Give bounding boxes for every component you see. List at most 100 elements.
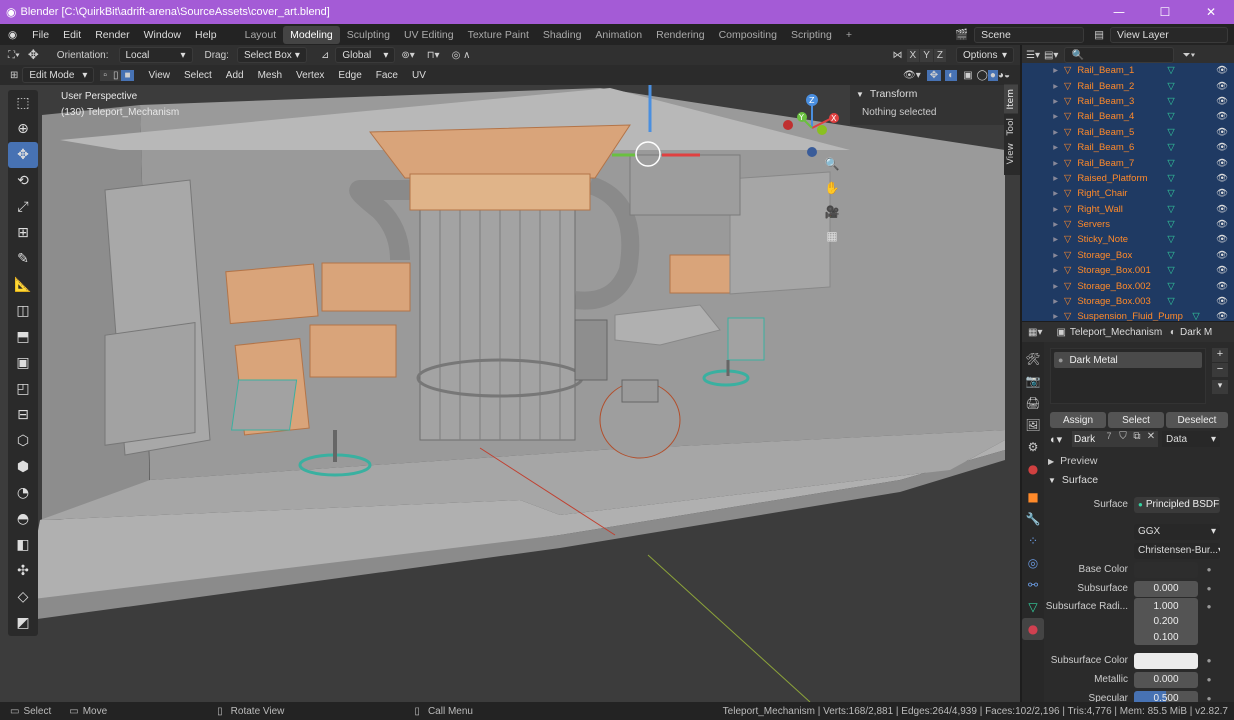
tab-uv-editing[interactable]: UV Editing	[397, 26, 461, 44]
eye-icon[interactable]: 👁	[1216, 296, 1228, 307]
measure-tool-icon[interactable]: 📐	[8, 272, 38, 298]
surface-shader-selector[interactable]: ● Principled BSDF	[1134, 496, 1220, 513]
xray-icon[interactable]: ▣	[963, 70, 972, 81]
camera-icon[interactable]: 🎥	[820, 201, 844, 223]
close-button[interactable]: ✕	[1188, 0, 1234, 24]
output-icon[interactable]: 🖨	[1022, 392, 1044, 414]
distribution-dropdown[interactable]: GGX ▾	[1134, 523, 1220, 540]
ortho-grid-icon[interactable]: ▦	[820, 225, 844, 247]
menu-edit[interactable]: Edit	[56, 29, 88, 41]
fake-user-shield-icon[interactable]: ⛉	[1116, 431, 1130, 447]
snap-icon[interactable]: ⊓▾	[427, 50, 440, 61]
select-box-icon[interactable]: ⬚	[8, 90, 38, 116]
edge-slide-icon[interactable]: ◧	[8, 532, 38, 558]
bevel-tool-icon[interactable]: ◰	[8, 376, 38, 402]
world-icon[interactable]: ●	[1022, 458, 1044, 480]
vertex-select-icon[interactable]: ▫	[100, 69, 110, 81]
outliner-item[interactable]: ▸ ▽ Storage_Box ▽ 👁	[1022, 248, 1234, 263]
shear-tool-icon[interactable]: ◇	[8, 584, 38, 610]
gizmo-toggle-icon[interactable]: ✥	[926, 69, 942, 81]
poly-build-icon[interactable]: ⬢	[8, 454, 38, 480]
outliner-item[interactable]: ▸ ▽ Rail_Beam_1 ▽ 👁	[1022, 63, 1234, 78]
user-count[interactable]: 7	[1102, 431, 1116, 447]
scale-tool-icon[interactable]: ⤢	[8, 194, 38, 220]
transform-orientation-dropdown[interactable]: Global ▾	[335, 47, 396, 63]
smooth-tool-icon[interactable]: ◓	[8, 506, 38, 532]
mode-selector[interactable]: Edit Mode ▾	[22, 67, 95, 83]
material-slot-item[interactable]: ● Dark Metal	[1054, 352, 1202, 368]
editor-type-icon[interactable]: ⛶▾	[8, 50, 20, 61]
shading-wireframe-icon[interactable]: ◯	[977, 70, 988, 81]
eye-icon[interactable]: 👁	[1216, 158, 1228, 169]
face-select-icon[interactable]: ■	[121, 69, 134, 81]
modifier-icon[interactable]: 🔧	[1022, 508, 1044, 530]
socket-dot-icon[interactable]: ●	[1204, 565, 1214, 574]
transform-panel-header[interactable]: ▼ Transform	[850, 85, 1004, 103]
eye-icon[interactable]: 👁	[1216, 96, 1228, 107]
socket-dot-icon[interactable]: ●	[1204, 675, 1214, 684]
tab-shading[interactable]: Shading	[536, 26, 589, 44]
assign-button[interactable]: Assign	[1050, 412, 1106, 428]
navigation-gizmo[interactable]: Z X Y	[780, 90, 850, 160]
overlay-toggle-icon[interactable]: ◐	[945, 69, 958, 81]
blender-menu-icon[interactable]: ◉	[0, 29, 25, 41]
material-browse-icon[interactable]: ◐▾	[1050, 433, 1072, 446]
menu-help[interactable]: Help	[188, 29, 224, 41]
physics-icon[interactable]: ◎	[1022, 552, 1044, 574]
eye-icon[interactable]: 👁	[1216, 188, 1228, 199]
move-tool-icon[interactable]: ✥	[8, 142, 38, 168]
cursor-tool-icon[interactable]: ⊕	[8, 116, 38, 142]
socket-dot-icon[interactable]: ●	[1204, 584, 1214, 593]
outliner-item[interactable]: ▸ ▽ Rail_Beam_2 ▽ 👁	[1022, 78, 1234, 93]
axis-z-toggle[interactable]: Z	[933, 48, 946, 62]
menu-mesh[interactable]: Mesh	[251, 70, 289, 81]
eye-icon[interactable]: 👁	[1216, 234, 1228, 245]
outliner-item[interactable]: ▸ ▽ Right_Wall ▽ 👁	[1022, 202, 1234, 217]
outliner-item[interactable]: ▸ ▽ Rail_Beam_3 ▽ 👁	[1022, 94, 1234, 109]
outliner-item[interactable]: ▸ ▽ Sticky_Note ▽ 👁	[1022, 232, 1234, 247]
tab-item[interactable]: Item	[1004, 85, 1018, 114]
eye-icon[interactable]: 👁	[1216, 281, 1228, 292]
metallic-field[interactable]: 0.000	[1134, 671, 1198, 688]
subsurface-radius-y[interactable]: 0.200	[1134, 614, 1198, 629]
eye-icon[interactable]: 👁	[1216, 111, 1228, 122]
mesh-data-tab-icon[interactable]: ▽	[1022, 596, 1044, 618]
axis-y-toggle[interactable]: Y	[920, 48, 933, 62]
preview-panel-header[interactable]: ▶ Preview	[1048, 455, 1098, 467]
tab-compositing[interactable]: Compositing	[712, 26, 784, 44]
tab-texture-paint[interactable]: Texture Paint	[461, 26, 536, 44]
shrink-fatten-icon[interactable]: ✣	[8, 558, 38, 584]
menu-add[interactable]: Add	[219, 70, 251, 81]
eye-icon[interactable]: 👁	[1216, 81, 1228, 92]
tab-scripting[interactable]: Scripting	[784, 26, 839, 44]
scene-tab-icon[interactable]: ⚙	[1022, 436, 1044, 458]
extrude-tool-icon[interactable]: ⬒	[8, 324, 38, 350]
material-tab-icon[interactable]: ●	[1022, 618, 1044, 640]
outliner-item[interactable]: ▸ ▽ Rail_Beam_4 ▽ 👁	[1022, 109, 1234, 124]
shading-solid-icon[interactable]: ●	[987, 69, 998, 81]
link-dropdown[interactable]: Data ▾	[1162, 431, 1220, 447]
knife-tool-icon[interactable]: ⬡	[8, 428, 38, 454]
inset-tool-icon[interactable]: ▣	[8, 350, 38, 376]
view-layer-selector[interactable]: View Layer	[1110, 26, 1228, 43]
add-slot-button[interactable]: +	[1212, 348, 1228, 362]
proportional-edit-icon[interactable]: ◎ ∧	[452, 50, 471, 61]
tab-layout[interactable]: Layout	[238, 26, 284, 44]
shading-rendered-icon[interactable]: ◒	[1004, 70, 1010, 81]
select-button[interactable]: Select	[1108, 412, 1164, 428]
outliner-item[interactable]: ▸ ▽ Storage_Box.003 ▽ 👁	[1022, 294, 1234, 309]
menu-view[interactable]: View	[142, 70, 178, 81]
outliner-item[interactable]: ▸ ▽ Storage_Box.002 ▽ 👁	[1022, 278, 1234, 293]
zoom-icon[interactable]: 🔍	[820, 153, 844, 175]
outliner-item[interactable]: ▸ ▽ Rail_Beam_6 ▽ 👁	[1022, 140, 1234, 155]
outliner-item[interactable]: ▸ ▽ Servers ▽ 👁	[1022, 217, 1234, 232]
rip-tool-icon[interactable]: ◩	[8, 610, 38, 636]
eye-icon[interactable]: 👁	[1216, 311, 1228, 321]
maximize-button[interactable]: ☐	[1142, 0, 1188, 24]
view-layer-tab-icon[interactable]: 🖼	[1022, 414, 1044, 436]
outliner-item[interactable]: ▸ ▽ Storage_Box.001 ▽ 👁	[1022, 263, 1234, 278]
subsurface-radius-z[interactable]: 0.100	[1134, 629, 1198, 645]
outliner-editor-icon[interactable]: ☰▾	[1026, 50, 1040, 61]
unlink-icon[interactable]: ✕	[1144, 431, 1158, 447]
menu-face[interactable]: Face	[369, 70, 405, 81]
